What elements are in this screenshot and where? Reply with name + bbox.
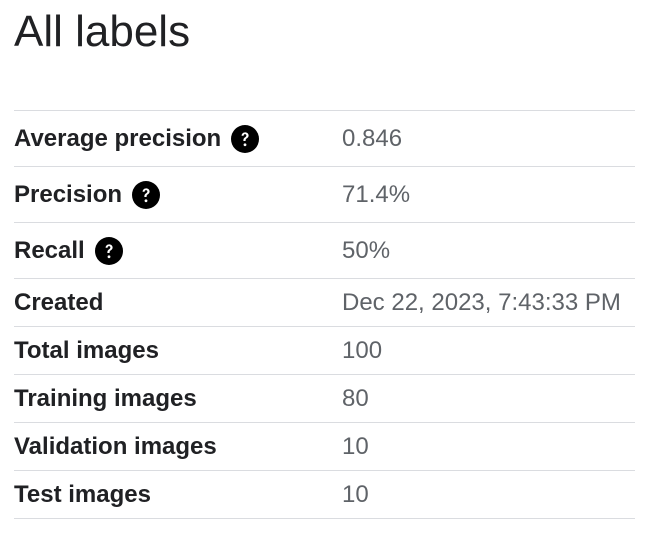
metric-row-validation-images: Validation images 10 — [14, 423, 635, 471]
metric-label: Test images — [14, 480, 151, 508]
metric-row-created: Created Dec 22, 2023, 7:43:33 PM — [14, 279, 635, 327]
help-circle-icon[interactable] — [94, 236, 123, 265]
metric-label: Recall — [14, 236, 85, 264]
metric-value: 10 — [342, 480, 369, 508]
metric-value: 0.846 — [342, 124, 403, 152]
metric-value: 10 — [342, 432, 369, 460]
help-circle-icon[interactable] — [132, 180, 161, 209]
help-circle-icon[interactable] — [231, 124, 260, 153]
metric-row-average-precision: Average precision 0.846 — [14, 111, 635, 167]
metric-value: 50% — [342, 236, 391, 264]
metric-value: 100 — [342, 336, 383, 364]
metric-row-total-images: Total images 100 — [14, 327, 635, 375]
page-title: All labels — [14, 7, 191, 56]
metric-row-training-images: Training images 80 — [14, 375, 635, 423]
metric-label: Created — [14, 288, 104, 316]
metric-row-recall: Recall 50% — [14, 223, 635, 279]
metric-row-precision: Precision 71.4% — [14, 167, 635, 223]
metric-row-test-images: Test images 10 — [14, 471, 635, 519]
metric-value: 71.4% — [342, 180, 411, 208]
metric-label: Training images — [14, 384, 197, 412]
metrics-table: Average precision 0.846 Precision 71.4% … — [14, 110, 635, 519]
metric-label: Validation images — [14, 432, 217, 460]
metric-value: 80 — [342, 384, 369, 412]
metric-label: Average precision — [14, 124, 222, 152]
metric-label: Precision — [14, 180, 123, 208]
metric-label: Total images — [14, 336, 159, 364]
metric-value: Dec 22, 2023, 7:43:33 PM — [342, 288, 621, 316]
